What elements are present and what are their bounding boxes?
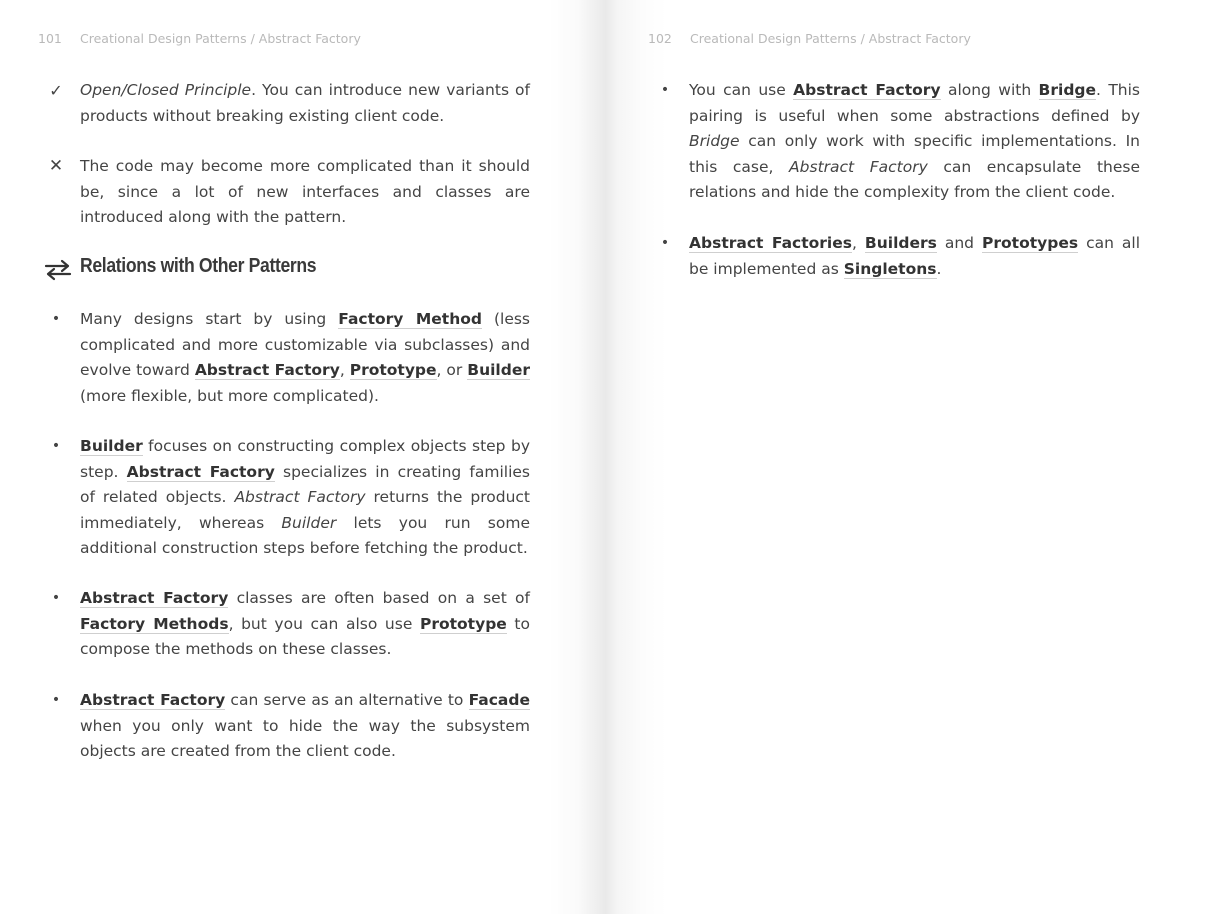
list-item: • You can use Abstract Factory along wit… [661,78,1140,206]
link-prototypes[interactable]: Prototypes [982,234,1079,253]
con-item: ✕ The code may become more complicated t… [49,154,530,231]
text-run: You can use [689,81,794,99]
text-run: . [936,259,942,278]
list-item: • Abstract Factories, Builders and Proto… [661,231,1140,282]
list-item: • Abstract Factory classes are often bas… [52,586,530,663]
right-page: 102 Creational Design Patterns / Abstract… [610,0,1218,914]
link-abstract-factory[interactable]: Abstract Factory [80,589,229,608]
bullet-icon: • [660,82,670,98]
link-builder[interactable]: Builder [80,437,143,456]
pro-term: Open/Closed Principle [80,81,252,99]
text-run: can serve as an alternative to [225,691,469,709]
emphasis: Builder [281,513,337,532]
link-builder[interactable]: Builder [467,361,530,380]
link-abstract-factory[interactable]: Abstract Factory [793,81,941,100]
section-title: Relations with Other Patterns [80,255,317,277]
link-facade[interactable]: Facade [468,691,530,710]
list-item: • Abstract Factory can serve as an alter… [52,688,530,765]
page-number: 102 [648,31,672,46]
left-page: 101 Creational Design Patterns / Abstract… [0,0,580,914]
link-singletons[interactable]: Singletons [843,259,937,279]
text-run: Many designs start by using [80,310,339,328]
bullet-icon: • [51,311,61,327]
list-item: • Many designs start by using Factory Me… [52,307,530,409]
link-abstract-factories[interactable]: Abstract Factories [689,234,852,253]
bullet-icon: • [51,692,61,708]
link-prototype[interactable]: Prototype [349,361,437,380]
link-abstract-factory[interactable]: Abstract Factory [126,462,275,482]
emphasis: Abstract Factory [789,157,928,176]
link-factory-methods[interactable]: Factory Methods [80,614,229,634]
running-head-title: Creational Design Patterns / Abstract Fa… [690,31,971,46]
list-item: • Builder focuses on constructing comple… [52,434,530,562]
running-head: 101 Creational Design Patterns / Abstract… [38,31,361,46]
text-run: and [936,234,983,252]
bullet-icon: • [660,235,670,251]
two-way-arrows-icon [44,259,72,281]
link-prototype[interactable]: Prototype [419,614,507,634]
running-head-title: Creational Design Patterns / Abstract Fa… [80,31,361,46]
link-abstract-factory[interactable]: Abstract Factory [80,691,226,710]
text-run: , [339,361,350,379]
cross-icon: ✕ [48,156,64,176]
con-text: The code may become more complicated tha… [80,157,530,226]
text-run: along with [940,81,1039,99]
link-bridge[interactable]: Bridge [1038,81,1097,100]
link-builders[interactable]: Builders [864,234,937,253]
page-number: 101 [38,31,62,46]
text-run: (more flexible, but more complicated). [80,386,379,405]
text-run: , [851,234,865,252]
running-head: 102 Creational Design Patterns / Abstract… [648,31,971,46]
emphasis: Bridge [689,132,740,150]
link-factory-method[interactable]: Factory Method [338,310,482,329]
pro-item: ✓ Open/Closed Principle. You can introdu… [49,78,530,129]
bullet-icon: • [51,438,61,454]
text-run: , but you can also use [228,614,420,633]
book-spread: 101 Creational Design Patterns / Abstract… [0,0,1218,914]
text-run: when you only want to hide the way the s… [80,716,530,761]
checkmark-icon: ✓ [49,81,63,100]
text-run: , or [436,361,468,379]
link-abstract-factory[interactable]: Abstract Factory [194,361,340,380]
text-run: classes are often based on a set of [228,589,530,607]
emphasis: Abstract Factory [234,488,366,506]
bullet-icon: • [51,590,61,606]
